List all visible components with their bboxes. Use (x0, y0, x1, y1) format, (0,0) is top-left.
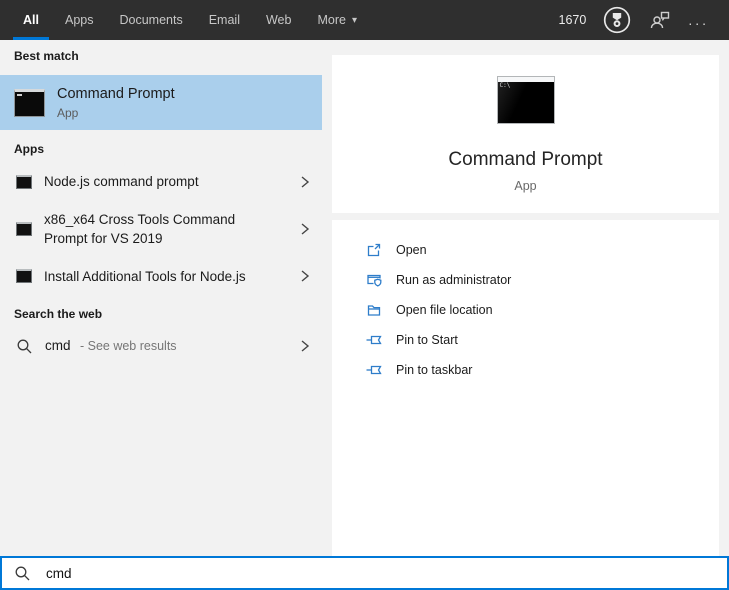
web-suffix-text: - See web results (79, 339, 177, 354)
search-filter-bar: All Apps Documents Email Web More ▾ 1670 (0, 0, 729, 40)
search-results-panel: Best match Command Prompt App Apps Node.… (0, 40, 729, 556)
action-open[interactable]: Open (366, 235, 719, 265)
app-result-label: x86_x64 Cross Tools Command Prompt for V… (44, 211, 236, 247)
tab-email-label: Email (208, 13, 240, 27)
action-open-file-location[interactable]: Open file location (366, 295, 719, 325)
command-prompt-icon-large: C:\ (496, 76, 555, 124)
chevron-right-icon[interactable] (300, 175, 310, 189)
action-label: Pin to taskbar (396, 363, 473, 377)
search-icon (16, 338, 33, 355)
tab-more[interactable]: More ▾ (304, 0, 370, 40)
topbar-right-cluster: 1670 ... (559, 5, 709, 35)
taskbar-search-box[interactable] (0, 556, 729, 590)
more-options-button[interactable]: ... (688, 12, 709, 28)
web-query-text: cmd (45, 338, 71, 354)
best-match-title: Command Prompt (57, 85, 175, 102)
tab-more-label: More (317, 13, 346, 27)
action-pin-to-start[interactable]: Pin to Start (366, 325, 719, 355)
app-result-label: Node.js command prompt (44, 174, 199, 189)
pin-icon (366, 362, 382, 378)
tab-web-label: Web (265, 13, 292, 27)
results-list: Best match Command Prompt App Apps Node.… (0, 40, 322, 556)
feedback-person-icon[interactable] (648, 8, 672, 32)
tab-apps[interactable]: Apps (52, 0, 107, 40)
open-icon (366, 242, 382, 258)
web-search-result[interactable]: cmd - See web results (0, 328, 322, 364)
shield-window-icon (366, 272, 382, 288)
command-prompt-icon (14, 88, 45, 117)
terminal-icon (16, 269, 32, 284)
app-result-nodejs-prompt[interactable]: Node.js command prompt (0, 163, 322, 201)
app-result-vs-cross-tools[interactable]: x86_x64 Cross Tools Command Prompt for V… (0, 201, 322, 258)
chevron-down-icon: ▾ (351, 14, 357, 26)
tab-web[interactable]: Web (253, 0, 304, 40)
search-icon (14, 565, 31, 582)
terminal-icon (16, 174, 32, 189)
chevron-right-icon[interactable] (300, 269, 310, 283)
chevron-right-icon[interactable] (300, 222, 310, 236)
chevron-right-icon[interactable] (300, 339, 310, 353)
action-pin-to-taskbar[interactable]: Pin to taskbar (366, 355, 719, 385)
preview-title: Command Prompt (448, 149, 603, 170)
tab-apps-label: Apps (64, 13, 94, 27)
tab-documents[interactable]: Documents (106, 0, 195, 40)
action-run-as-administrator[interactable]: Run as administrator (366, 265, 719, 295)
best-match-header: Best match (14, 49, 79, 63)
action-label: Pin to Start (396, 333, 458, 347)
search-web-header: Search the web (14, 307, 103, 322)
actions-card: Open Run as administrator Open file loca… (332, 220, 719, 556)
filter-tabs: All Apps Documents Email Web More ▾ (10, 0, 370, 40)
terminal-prompt-glyph: C:\ (499, 82, 511, 89)
action-label: Open (396, 243, 427, 257)
tab-all-label: All (23, 13, 39, 27)
apps-section-header: Apps (14, 142, 44, 156)
action-label: Open file location (396, 303, 493, 317)
app-result-label: Install Additional Tools for Node.js (44, 268, 246, 284)
best-match-result[interactable]: Command Prompt App (0, 75, 322, 130)
pin-icon (366, 332, 382, 348)
tab-documents-label: Documents (119, 13, 183, 27)
preview-pane: C:\ Command Prompt App Open Run as admin… (322, 40, 729, 556)
search-input[interactable] (46, 565, 715, 581)
folder-icon (366, 302, 382, 318)
rewards-medal-icon[interactable] (602, 5, 632, 35)
app-result-install-tools[interactable]: Install Additional Tools for Node.js (0, 258, 322, 296)
tab-email[interactable]: Email (196, 0, 253, 40)
preview-card: C:\ Command Prompt App (332, 55, 719, 213)
best-match-subtitle: App (57, 105, 79, 120)
tab-all[interactable]: All (10, 0, 52, 40)
action-label: Run as administrator (396, 273, 512, 287)
preview-subtitle: App (514, 179, 537, 193)
terminal-icon (16, 222, 32, 237)
rewards-points: 1670 (558, 13, 587, 27)
